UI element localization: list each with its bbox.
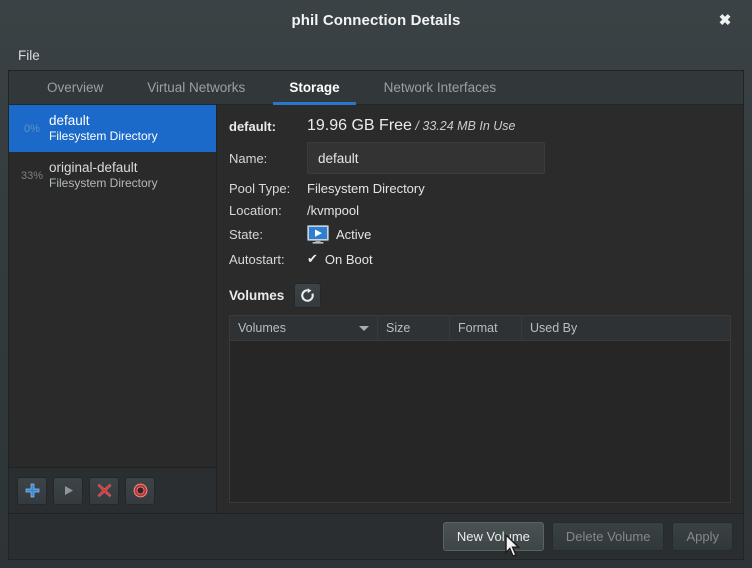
start-pool-button[interactable] [53, 476, 83, 505]
window-title: phil Connection Details [291, 11, 461, 29]
storage-pool-list: 0% default Filesystem Directory 33% orig… [9, 105, 216, 467]
column-header-used-by[interactable]: Used By [522, 316, 730, 340]
volumes-table-body[interactable] [230, 341, 730, 502]
chevron-down-icon [359, 325, 369, 331]
column-header-volumes[interactable]: Volumes [230, 316, 378, 340]
stop-pool-button[interactable] [125, 476, 155, 505]
pool-inuse-value: 33.24 MB In Use [422, 119, 516, 133]
pool-toolbar [9, 467, 216, 513]
pool-name-row: Name: [229, 142, 731, 174]
pool-name-input[interactable] [307, 142, 545, 174]
state-label: State: [229, 227, 263, 242]
volumes-title: Volumes [229, 288, 285, 303]
tab-bar: Overview Virtual Networks Storage Networ… [9, 71, 743, 105]
new-volume-button[interactable]: New Volume [442, 522, 544, 551]
pool-capacity-text: 19.96 GB Free / 33.24 MB In Use [307, 117, 515, 135]
list-item[interactable]: 0% default Filesystem Directory [9, 105, 216, 152]
stop-circle-icon [133, 483, 147, 498]
refresh-icon [301, 288, 315, 302]
pool-usage-percent: 33% [20, 169, 44, 182]
delete-pool-button[interactable] [89, 476, 119, 505]
name-label: Name: [229, 150, 268, 166]
state-value: Active [336, 227, 372, 242]
pool-name: default [49, 113, 90, 129]
pool-type: Filesystem Directory [49, 176, 158, 191]
apply-button[interactable]: Apply [672, 522, 733, 551]
column-header-format[interactable]: Format [450, 316, 522, 340]
tab-network-interfaces[interactable]: Network Interfaces [362, 71, 519, 104]
refresh-volumes-button[interactable] [294, 283, 322, 308]
pool-free-value: 19.96 GB Free [307, 117, 412, 134]
pool-detail-panel: default: 19.96 GB Free / 33.24 MB In Use… [217, 105, 743, 513]
pool-type: Filesystem Directory [49, 129, 158, 144]
active-monitor-icon [307, 225, 329, 244]
action-bar: New Volume Delete Volume Apply [9, 513, 743, 559]
volumes-table: Volumes Size Format Used By [229, 315, 731, 503]
autostart-value: On Boot [324, 251, 373, 267]
storage-pool-sidebar: 0% default Filesystem Directory 33% orig… [9, 105, 217, 513]
plus-icon [25, 483, 39, 498]
play-icon [64, 486, 73, 495]
menu-item-file[interactable]: File [12, 45, 46, 66]
pool-autostart-row: Autostart: ✔ On Boot [229, 251, 731, 267]
tab-virtual-networks[interactable]: Virtual Networks [125, 71, 267, 104]
connection-details-window: phil Connection Details ✖ File Overview … [0, 0, 752, 568]
pool-capacity-row: default: 19.96 GB Free / 33.24 MB In Use [229, 117, 731, 135]
pool-capacity-separator: / [411, 119, 423, 133]
tab-storage[interactable]: Storage [267, 71, 361, 105]
delete-volume-button[interactable]: Delete Volume [551, 522, 665, 551]
add-pool-button[interactable] [17, 476, 47, 505]
pool-state-row: State: Active [229, 225, 731, 244]
location-label: Location: [229, 203, 282, 218]
pool-type-label: Pool Type: [229, 181, 291, 196]
list-item[interactable]: 33% original-default Filesystem Director… [9, 152, 216, 199]
pool-type-value: Filesystem Directory [307, 181, 425, 196]
close-icon[interactable]: ✖ [712, 7, 738, 33]
window-body: Overview Virtual Networks Storage Networ… [8, 70, 744, 560]
column-header-size[interactable]: Size [378, 316, 450, 340]
pool-usage-percent: 0% [24, 122, 40, 135]
volumes-table-header: Volumes Size Format Used By [230, 316, 730, 341]
autostart-label: Autostart: [229, 251, 285, 267]
volumes-header: Volumes [229, 283, 731, 308]
column-header-volumes-label: Volumes [238, 321, 286, 335]
pool-type-row: Pool Type: Filesystem Directory [229, 181, 731, 196]
pool-location-row: Location: /kvmpool [229, 203, 731, 218]
tab-overview[interactable]: Overview [25, 71, 125, 104]
menu-bar: File [0, 40, 752, 70]
storage-tab-content: 0% default Filesystem Directory 33% orig… [9, 105, 743, 513]
location-value: /kvmpool [307, 203, 360, 218]
pool-detail-label: default: [229, 118, 276, 134]
red-x-icon [97, 483, 111, 498]
autostart-checkbox[interactable]: ✔ [307, 251, 318, 267]
title-bar: phil Connection Details ✖ [0, 0, 752, 40]
pool-name: original-default [49, 160, 138, 176]
